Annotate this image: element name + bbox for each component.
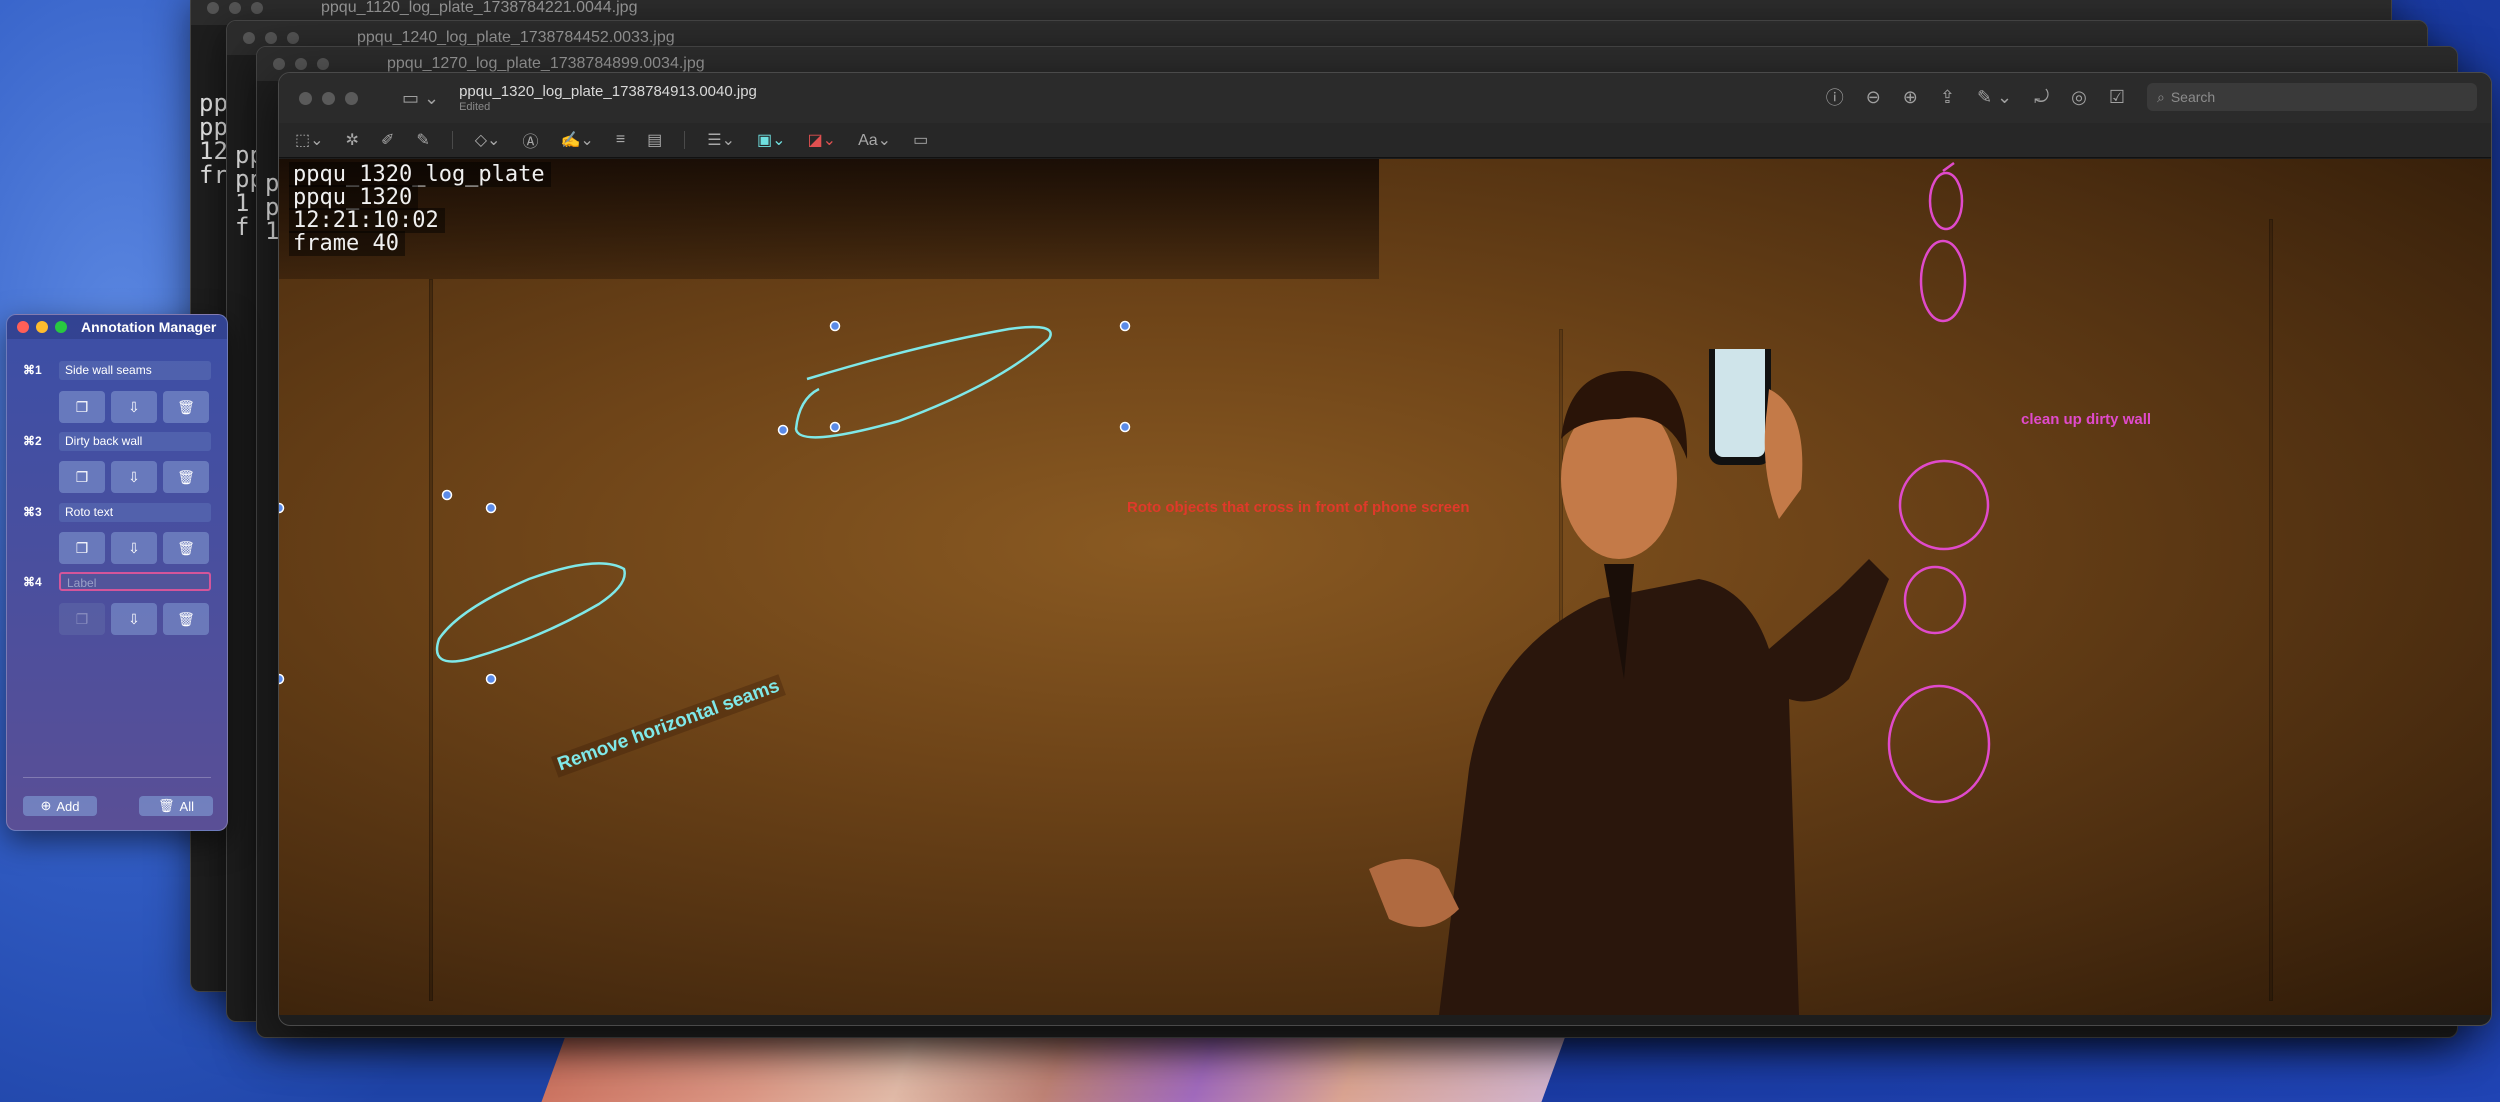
delete-button[interactable]: 🗑 bbox=[163, 461, 209, 493]
annotation-layer bbox=[279, 161, 1991, 804]
delete-button[interactable]: 🗑 bbox=[163, 532, 209, 564]
delete-all-label: All bbox=[179, 798, 194, 814]
copy-button[interactable]: ❐ bbox=[59, 461, 105, 493]
close-button[interactable] bbox=[299, 91, 312, 105]
label-field[interactable]: Side wall seams bbox=[59, 361, 211, 380]
preview-window-main[interactable]: ▭ ⌄ ppqu_1320_log_plate_1738784913.0040.… bbox=[278, 72, 2492, 1026]
info-icon[interactable]: ⓘ bbox=[1826, 84, 1844, 110]
label-field[interactable]: Roto text bbox=[59, 503, 211, 522]
draw-icon[interactable]: ✎ bbox=[416, 130, 429, 150]
minimize-button[interactable] bbox=[36, 321, 48, 333]
search-placeholder: Search bbox=[2170, 89, 2216, 105]
plus-icon: ⊕ bbox=[40, 798, 52, 813]
copy-button[interactable]: ❐ bbox=[59, 532, 105, 564]
label-field[interactable]: Dirty back wall bbox=[59, 432, 211, 451]
toolbar-right: ⓘ ⊖ ⊕ ⇪ ✎ ⌄ ⤾ ◎ ☑ ⌕ Search bbox=[1826, 83, 2477, 111]
minimize-button[interactable] bbox=[322, 91, 335, 105]
load-button[interactable]: ⇩ bbox=[111, 532, 157, 564]
pink-circles bbox=[1887, 161, 1991, 804]
window-title: ppqu_1320_log_plate_1738784913.0040.jpg bbox=[459, 83, 757, 100]
border-color-icon[interactable]: ▣⌄ bbox=[757, 130, 786, 150]
annotation-text-red[interactable]: Roto objects that cross in front of phon… bbox=[1127, 499, 1470, 516]
window-filename: ppqu_1240_log_plate_1738784452.0033.jpg bbox=[357, 29, 675, 46]
window-controls[interactable] bbox=[299, 91, 358, 105]
sidebar-toggle-icon[interactable]: ▭ ⌄ bbox=[402, 88, 439, 109]
add-button-label: Add bbox=[56, 798, 80, 814]
markup-pen-icon[interactable]: ✎ ⌄ bbox=[1977, 87, 2012, 108]
cyan-lasso-upper bbox=[794, 325, 1052, 439]
annotation-text-pink[interactable]: clean up dirty wall bbox=[2021, 411, 2151, 428]
load-button[interactable]: ⇩ bbox=[111, 391, 157, 423]
shortcut-key: ⌘2 bbox=[23, 434, 42, 448]
zoom-out-icon[interactable]: ⊖ bbox=[1866, 87, 1881, 108]
window-subtitle: Edited bbox=[459, 101, 491, 113]
add-button[interactable]: ⊕ Add bbox=[23, 796, 97, 816]
comment-icon[interactable]: ▭ bbox=[913, 130, 928, 150]
adjust-color-icon[interactable]: ▤ bbox=[647, 130, 662, 150]
window-filename: ppqu_1120_log_plate_1738784221.0044.jpg bbox=[321, 0, 638, 16]
rotate-icon[interactable]: ⤾ bbox=[2034, 87, 2049, 108]
share-icon[interactable]: ⇪ bbox=[1940, 87, 1955, 108]
zoom-button[interactable] bbox=[55, 321, 67, 333]
trash-icon: 🗑 bbox=[158, 798, 175, 813]
delete-button[interactable]: 🗑 bbox=[163, 391, 209, 423]
selection-handles bbox=[279, 320, 1131, 685]
label-input[interactable]: Label bbox=[59, 572, 211, 591]
shortcut-key: ⌘1 bbox=[23, 363, 42, 377]
copy-button[interactable]: ❐ bbox=[59, 603, 105, 635]
window-filename: ppqu_1270_log_plate_1738784899.0034.jpg bbox=[387, 55, 705, 72]
shapes-icon[interactable]: ◇⌄ bbox=[475, 130, 501, 150]
image-canvas[interactable]: ppqu_1320_log_plate ppqu_1320 12:21:10:0… bbox=[279, 159, 2491, 1015]
form-fill-icon[interactable]: ☑ bbox=[2109, 87, 2125, 108]
load-button[interactable]: ⇩ bbox=[111, 461, 157, 493]
close-button[interactable] bbox=[17, 321, 29, 333]
copy-button[interactable]: ❐ bbox=[59, 391, 105, 423]
search-icon: ⌕ bbox=[2157, 88, 2165, 105]
text-box-icon[interactable]: Ⓐ bbox=[522, 128, 538, 152]
panel-divider bbox=[23, 777, 211, 778]
text-style-button[interactable]: Aa⌄ bbox=[858, 130, 891, 150]
zoom-in-icon[interactable]: ⊕ bbox=[1903, 87, 1918, 108]
note-icon[interactable]: ≡ bbox=[616, 131, 625, 149]
markup-toolbar: ⬚⌄ ✲ ✐ ✎ ◇⌄ Ⓐ ✍⌄ ≡ ▤ ☰⌄ ▣⌄ ◪⌄ Aa⌄ ▭ bbox=[279, 123, 2491, 158]
zoom-button[interactable] bbox=[345, 91, 358, 105]
annotation-manager-panel[interactable]: Annotation Manager ⌘1 Side wall seams ❐ … bbox=[6, 314, 228, 831]
sketch-icon[interactable]: ✐ bbox=[381, 130, 394, 150]
window-titlebar[interactable]: ▭ ⌄ ppqu_1320_log_plate_1738784913.0040.… bbox=[279, 73, 2491, 123]
markup-toggle-icon[interactable]: ◎ bbox=[2071, 87, 2087, 108]
signature-icon[interactable]: ✍⌄ bbox=[560, 130, 593, 150]
line-style-icon[interactable]: ☰⌄ bbox=[707, 130, 735, 150]
delete-button[interactable]: 🗑 bbox=[163, 603, 209, 635]
shortcut-key: ⌘3 bbox=[23, 505, 42, 519]
shortcut-key: ⌘4 bbox=[23, 575, 42, 589]
selection-tool-icon[interactable]: ⬚⌄ bbox=[295, 130, 324, 150]
panel-title: Annotation Manager bbox=[81, 319, 217, 335]
panel-titlebar[interactable]: Annotation Manager bbox=[7, 315, 227, 339]
delete-all-button[interactable]: 🗑 All bbox=[139, 796, 213, 816]
instant-alpha-icon[interactable]: ✲ bbox=[346, 130, 359, 150]
search-field[interactable]: ⌕ Search bbox=[2147, 83, 2477, 111]
load-button[interactable]: ⇩ bbox=[111, 603, 157, 635]
cyan-lasso-lower bbox=[435, 562, 626, 663]
fill-color-icon[interactable]: ◪⌄ bbox=[808, 130, 837, 150]
